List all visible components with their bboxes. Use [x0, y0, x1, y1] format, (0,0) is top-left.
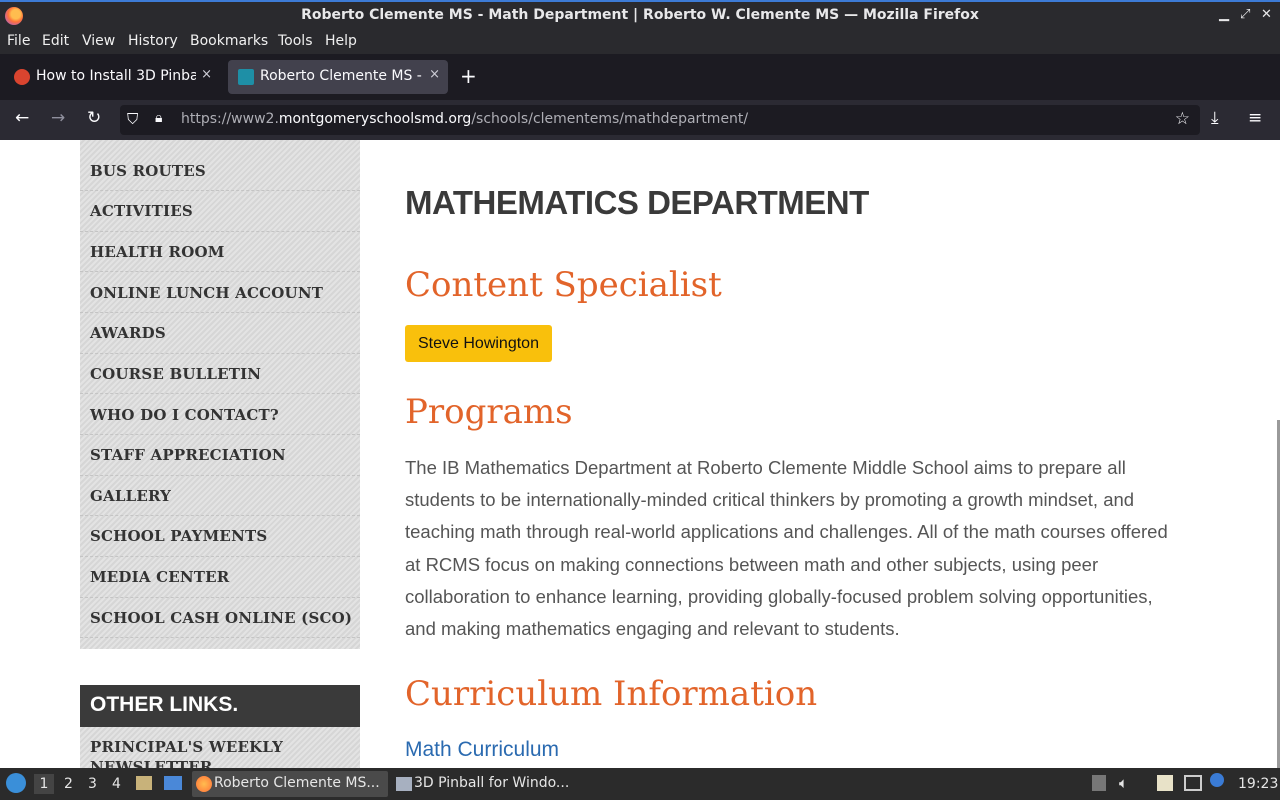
sidebar-divider [80, 434, 360, 435]
other-link-principals-newsletter[interactable]: PRINCIPAL'S WEEKLY NEWSLETTER [90, 737, 350, 768]
sidebar-divider [80, 353, 360, 354]
other-links-heading: OTHER LINKS. [80, 685, 360, 727]
url-bar[interactable]: ⛉ 🔒︎ https://www2.montgomeryschoolsmd.or… [120, 105, 1200, 135]
workspace-2[interactable]: 2 [64, 776, 73, 792]
sidebar-item-activities[interactable]: ACTIVITIES [90, 202, 193, 220]
menu-view[interactable]: View [82, 33, 115, 49]
sidebar-item-health-room[interactable]: HEALTH ROOM [90, 243, 225, 261]
sidebar-item-who-do-i-contact[interactable]: WHO DO I CONTACT? [90, 406, 279, 424]
programs-heading: Programs [405, 392, 573, 432]
tab-bar: How to Install 3D Pinball × Roberto Clem… [0, 54, 1280, 100]
math-curriculum-link[interactable]: Math Curriculum [405, 738, 559, 762]
sidebar-divider [80, 271, 360, 272]
tray-clipboard-icon[interactable] [1092, 775, 1106, 791]
taskbar: 1 2 3 4 Roberto Clemente MS... 3D Pinbal… [0, 768, 1280, 800]
content-specialist-heading: Content Specialist [405, 265, 722, 305]
navigation-bar: ← → ↻ ⛉ 🔒︎ https://www2.montgomeryschool… [0, 100, 1280, 140]
workspace-4[interactable]: 4 [112, 776, 121, 792]
sidebar-divider [80, 393, 360, 394]
firefox-task-icon [196, 776, 212, 792]
menu-bookmarks[interactable]: Bookmarks [190, 33, 268, 49]
shield-icon[interactable]: ⛉ [127, 110, 138, 128]
sidebar-divider [80, 312, 360, 313]
show-desktop-icon[interactable] [164, 776, 182, 790]
downloads-icon[interactable]: ⤓ [1211, 108, 1219, 128]
tab-clemente[interactable]: Roberto Clemente MS - M × [228, 60, 448, 94]
menu-edit[interactable]: Edit [42, 33, 69, 49]
sidebar-item-online-lunch-account[interactable]: ONLINE LUNCH ACCOUNT [90, 284, 323, 302]
sidebar-divider [80, 515, 360, 516]
sidebar-divider [80, 637, 360, 638]
app-menu-icon[interactable]: ≡ [1248, 108, 1262, 128]
task-label: Roberto Clemente MS... [214, 775, 380, 791]
programs-paragraph: The IB Mathematics Department at Roberto… [405, 457, 1168, 640]
page-title: MATHEMATICS DEPARTMENT [405, 184, 869, 221]
tab-favicon-icon [14, 69, 30, 85]
sidebar-item-media-center[interactable]: MEDIA CENTER [90, 568, 229, 586]
task-firefox[interactable]: Roberto Clemente MS... [192, 771, 388, 797]
notification-icon[interactable] [1210, 773, 1224, 787]
task-label: 3D Pinball for Windo... [414, 775, 570, 791]
other-links-list: PRINCIPAL'S WEEKLY NEWSLETTER [80, 727, 360, 768]
url-text[interactable]: https://www2.montgomeryschoolsmd.org/sch… [181, 111, 748, 127]
page-viewport: BUS ROUTES ACTIVITIES HEALTH ROOM ONLINE… [0, 140, 1280, 768]
sidebar-item-awards[interactable]: AWARDS [90, 324, 166, 342]
tab-label: Roberto Clemente MS - M [260, 68, 425, 84]
task-pinball[interactable]: 3D Pinball for Windo... [392, 771, 582, 797]
sidebar-item-course-bulletin[interactable]: COURSE BULLETIN [90, 365, 261, 383]
sidebar-divider [80, 556, 360, 557]
menu-bar: File Edit View History Bookmarks Tools H… [0, 30, 1280, 54]
sidebar-item-school-cash-online[interactable]: SCHOOL CASH ONLINE (SCO) [90, 609, 352, 627]
sidebar-item-school-payments[interactable]: SCHOOL PAYMENTS [90, 527, 267, 545]
tab-pinball[interactable]: How to Install 3D Pinball × [4, 60, 220, 94]
sidebar-divider [80, 475, 360, 476]
forward-icon[interactable]: → [51, 108, 65, 128]
volume-icon[interactable]: 🔈︎ [1119, 774, 1128, 792]
sidebar-nav: BUS ROUTES ACTIVITIES HEALTH ROOM ONLINE… [80, 140, 360, 649]
sidebar-divider [80, 597, 360, 598]
start-menu-icon[interactable] [6, 773, 26, 793]
window-title: Roberto Clemente MS - Math Department | … [301, 7, 979, 23]
network-icon[interactable] [1184, 775, 1202, 791]
mcps-favicon-icon [238, 69, 254, 85]
menu-history[interactable]: History [128, 33, 178, 49]
new-tab-icon[interactable]: + [460, 64, 477, 88]
lock-icon[interactable]: 🔒︎ [155, 110, 162, 126]
curriculum-heading: Curriculum Information [405, 674, 818, 714]
tab-label: How to Install 3D Pinball [36, 68, 196, 84]
maximize-icon[interactable]: ⤢ [1240, 7, 1250, 22]
bookmark-star-icon[interactable]: ☆ [1175, 109, 1190, 129]
window-titlebar: Roberto Clemente MS - Math Department | … [0, 0, 1280, 30]
close-window-icon[interactable]: ✕ [1261, 7, 1272, 22]
menu-help[interactable]: Help [325, 33, 357, 49]
workspace-1[interactable]: 1 [34, 774, 54, 794]
file-manager-icon[interactable] [136, 776, 152, 790]
close-tab-icon[interactable]: × [201, 67, 212, 82]
sidebar-divider [80, 190, 360, 191]
minimize-icon[interactable]: ▁ [1219, 7, 1229, 22]
menu-tools[interactable]: Tools [278, 33, 313, 49]
specialist-button[interactable]: Steve Howington [405, 325, 552, 362]
sidebar-divider [80, 231, 360, 232]
sidebar-item-staff-appreciation[interactable]: STAFF APPRECIATION [90, 446, 286, 464]
workspace-3[interactable]: 3 [88, 776, 97, 792]
menu-file[interactable]: File [7, 33, 30, 49]
tray-notes-icon[interactable] [1157, 775, 1173, 791]
sidebar-item-gallery[interactable]: GALLERY [90, 487, 171, 505]
clock[interactable]: 19:23 [1238, 776, 1278, 792]
back-icon[interactable]: ← [15, 108, 29, 128]
reload-icon[interactable]: ↻ [87, 108, 101, 128]
sidebar-item-bus-routes[interactable]: BUS ROUTES [90, 162, 206, 180]
close-tab-icon[interactable]: × [429, 67, 440, 82]
window-task-icon [396, 777, 412, 791]
